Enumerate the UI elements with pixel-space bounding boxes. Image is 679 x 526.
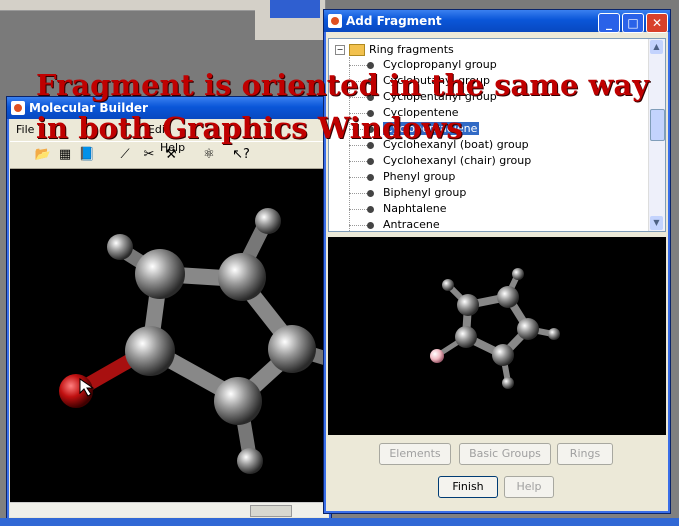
finish-button[interactable]: Finish (438, 476, 498, 498)
menu-edit[interactable]: Edit (148, 123, 169, 136)
tree-item-label: Cyclohexanyl (chair) group (383, 154, 532, 167)
tree-connector (349, 65, 367, 66)
tree-item[interactable]: Cyclohexanyl (boat) group (349, 137, 529, 153)
toolbar: 📂 ▦ 📘 ⟋ ✂ ⚒ ⚛ ↖? (10, 141, 328, 169)
leaf-icon (367, 109, 374, 117)
molecular-builder-window: Molecular Builder File Edit Help 📂 ▦ 📘 ⟋… (6, 96, 332, 522)
tree-connector (349, 161, 367, 162)
hammer-icon[interactable]: ⚒ (162, 146, 180, 164)
builder-graphics-window[interactable] (10, 169, 328, 509)
minimize-icon[interactable]: _ (598, 13, 620, 33)
tree-connector (349, 145, 367, 146)
tree-connector (349, 129, 367, 130)
add-fragment-window: Add Fragment _ □ ✕ − Ring fragments Cyclo… (323, 9, 671, 514)
leaf-icon (367, 61, 374, 69)
background-window-title (270, 0, 320, 18)
tree-item-label: Cyclopentene (383, 106, 459, 119)
tree-item-label: Cyclopentadiene (383, 122, 480, 135)
tree-vertical-scrollbar[interactable]: ▲ ▼ (648, 39, 665, 231)
menu-file[interactable]: File (16, 123, 34, 136)
leaf-icon (367, 125, 374, 133)
tree-connector (349, 97, 367, 98)
rings-button[interactable]: Rings (557, 443, 613, 465)
tree-item-label: Biphenyl group (383, 186, 467, 199)
scrollbar-thumb[interactable] (250, 505, 292, 517)
scroll-up-icon[interactable]: ▲ (650, 40, 663, 54)
help-button[interactable]: Help (504, 476, 554, 498)
leaf-icon (367, 93, 374, 101)
tree-item-label: Cyclobutanyl group (383, 74, 491, 87)
scrollbar-thumb[interactable] (650, 109, 665, 141)
atoms-icon[interactable]: ⚛ (200, 146, 218, 164)
collapse-icon[interactable]: − (335, 45, 345, 55)
tree-item[interactable]: Cyclopentanyl group (349, 89, 497, 105)
tree-item-label: Antracene (383, 218, 440, 231)
tree-item-label: Cyclopentanyl group (383, 90, 497, 103)
tree-connector (349, 225, 367, 226)
window-title: Molecular Builder (29, 101, 148, 115)
leaf-icon (367, 221, 374, 229)
open-icon[interactable]: 📂 (34, 146, 52, 164)
leaf-icon (367, 173, 374, 181)
tree-root-ring-fragments[interactable]: − Ring fragments (335, 43, 454, 57)
close-icon[interactable]: ✕ (646, 13, 668, 33)
molecule-3d-view (59, 208, 328, 474)
menu-bar: File Edit Help (10, 121, 328, 154)
tree-item-label: Naphtalene (383, 202, 447, 215)
tree-connector (349, 209, 367, 210)
fragment-graphics-window[interactable] (328, 237, 666, 435)
tree-item[interactable]: Cyclopentadiene (349, 121, 480, 137)
tree-item-label: Phenyl group (383, 170, 456, 183)
leaf-icon (367, 189, 374, 197)
scissors-icon[interactable]: ✂ (140, 146, 158, 164)
tree-item[interactable]: Naphtalene (349, 201, 447, 217)
fragment-tree: − Ring fragments Cyclopropanyl group Cyclo… (328, 38, 666, 232)
taskbar (0, 518, 679, 526)
tree-connector (349, 81, 367, 82)
tree-connector (349, 177, 367, 178)
leaf-icon (367, 77, 374, 85)
leaf-icon (367, 205, 374, 213)
bond-icon[interactable]: ⟋ (116, 146, 134, 164)
tree-item[interactable]: Phenyl group (349, 169, 456, 185)
leaf-icon (367, 141, 374, 149)
tree-item-label: Cyclohexanyl (boat) group (383, 138, 529, 151)
tree-item-label: Cyclopropanyl group (383, 58, 497, 71)
book-icon[interactable]: 📘 (78, 146, 96, 164)
java-app-icon (11, 101, 25, 115)
add-fragment-titlebar[interactable]: Add Fragment _ □ ✕ (324, 10, 670, 33)
maximize-icon[interactable]: □ (622, 13, 644, 33)
fragment-3d-view (430, 268, 560, 389)
tree-connector (349, 193, 367, 194)
folder-icon (349, 44, 365, 56)
horizontal-scrollbar[interactable] (10, 502, 328, 517)
window-title: Add Fragment (346, 14, 442, 28)
tree-item[interactable]: Antracene (349, 217, 440, 231)
elements-button[interactable]: Elements (379, 443, 451, 465)
tree-item[interactable]: Cyclobutanyl group (349, 73, 491, 89)
leaf-icon (367, 157, 374, 165)
save-icon[interactable]: ▦ (56, 146, 74, 164)
java-app-icon (328, 14, 342, 28)
basic-groups-button[interactable]: Basic Groups (459, 443, 551, 465)
tree-connector (349, 113, 367, 114)
pointer-help-icon[interactable]: ↖? (232, 146, 250, 164)
tree-item[interactable]: Biphenyl group (349, 185, 467, 201)
scroll-down-icon[interactable]: ▼ (650, 216, 663, 230)
tree-item[interactable]: Cyclopentene (349, 105, 459, 121)
tree-item[interactable]: Cyclopropanyl group (349, 57, 497, 73)
tree-item[interactable]: Cyclohexanyl (chair) group (349, 153, 532, 169)
molecular-builder-titlebar[interactable]: Molecular Builder (7, 97, 331, 119)
